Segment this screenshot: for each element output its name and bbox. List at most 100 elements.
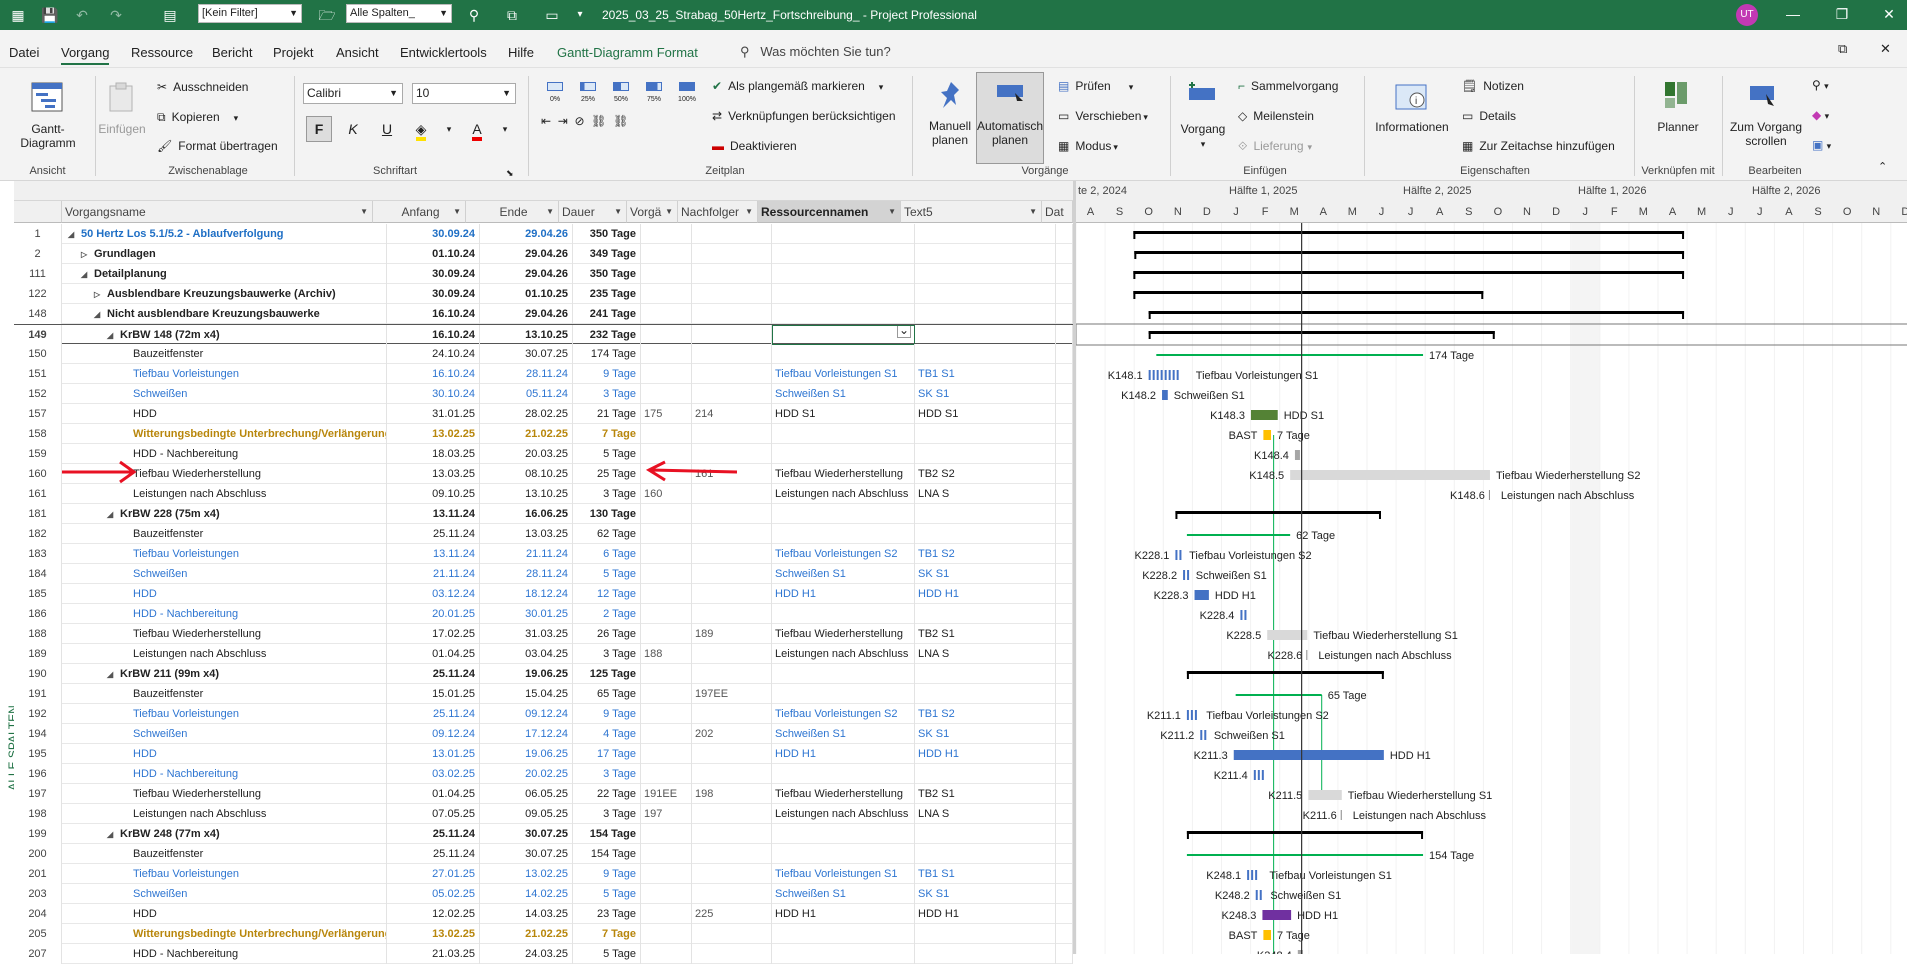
predecessors-cell[interactable] <box>641 704 692 724</box>
end-cell[interactable]: 19.06.25 <box>480 664 573 684</box>
successors-cell[interactable] <box>692 824 772 844</box>
header-duration[interactable]: Dauer ▼ <box>559 201 627 223</box>
filter-arrow-icon[interactable]: ▼ <box>1029 201 1037 222</box>
mode-button[interactable]: ▦ Modus ▾ <box>1058 139 1118 154</box>
row-id[interactable]: 194 <box>14 724 62 744</box>
date-cell[interactable] <box>1056 784 1073 804</box>
expand-icon[interactable]: ▷ <box>94 285 104 304</box>
row-id[interactable]: 152 <box>14 384 62 404</box>
start-cell[interactable]: 05.02.25 <box>387 884 480 904</box>
gantt-chart[interactable]: te 2, 2024 Hälfte 1, 2025 Hälfte 2, 2025 Hä… <box>1073 181 1907 954</box>
gantt-view-button[interactable]: Gantt-Diagramm <box>16 122 80 150</box>
text5-cell[interactable]: SK S1 <box>915 564 1056 584</box>
table-row[interactable]: 185 HDD 03.12.24 18.12.24 12 Tage HDD H1 HDD H… <box>14 584 1073 604</box>
start-cell[interactable]: 18.03.25 <box>387 444 480 464</box>
text5-cell[interactable]: LNA S <box>915 804 1056 824</box>
task-name-cell[interactable]: HDD <box>62 404 387 424</box>
row-id[interactable]: 184 <box>14 564 62 584</box>
tab-hilfe[interactable]: Hilfe <box>508 45 534 61</box>
row-id[interactable]: 1 <box>14 224 62 244</box>
table-row[interactable]: 200 Bauzeitfenster 25.11.24 30.07.25 154 Tag… <box>14 844 1073 864</box>
successors-cell[interactable] <box>692 884 772 904</box>
mark-on-track-button[interactable]: ✔ Als plangemäß markieren ▾ <box>712 79 883 94</box>
table-row[interactable]: 181 ◢ KrBW 228 (75m x4) 13.11.24 16.06.25 130… <box>14 504 1073 524</box>
resources-cell[interactable]: HDD S1 <box>772 404 915 424</box>
resources-cell[interactable]: ⌄ <box>772 325 915 345</box>
successors-cell[interactable] <box>692 944 772 964</box>
task-name-cell[interactable]: ▷ Grundlagen <box>62 244 387 264</box>
predecessors-cell[interactable]: 197 <box>641 804 692 824</box>
row-id[interactable]: 188 <box>14 624 62 644</box>
end-cell[interactable]: 29.04.26 <box>480 244 573 264</box>
row-id[interactable]: 190 <box>14 664 62 684</box>
row-id[interactable]: 189 <box>14 644 62 664</box>
row-id[interactable]: 192 <box>14 704 62 724</box>
collapse-icon[interactable]: ◢ <box>81 265 91 284</box>
chevron-down-icon[interactable]: ▾ <box>494 118 516 140</box>
task-name-cell[interactable]: Tiefbau Vorleistungen <box>62 364 387 384</box>
table-row[interactable]: 122 ▷ Ausblendbare Kreuzungsbauwerke (Arch… <box>14 284 1073 304</box>
text5-cell[interactable]: SK S1 <box>915 724 1056 744</box>
start-cell[interactable]: 07.05.25 <box>387 804 480 824</box>
table-view-icon[interactable]: ▤ <box>158 6 182 24</box>
predecessors-cell[interactable] <box>641 744 692 764</box>
task-name-cell[interactable]: ◢ Nicht ausblendbare Kreuzungsbauwerke <box>62 304 387 324</box>
text5-cell[interactable] <box>915 304 1056 324</box>
start-cell[interactable]: 15.01.25 <box>387 684 480 704</box>
resources-cell[interactable]: Schweißen S1 <box>772 884 915 904</box>
date-cell[interactable] <box>1056 424 1073 444</box>
resources-cell[interactable] <box>772 224 915 244</box>
end-cell[interactable]: 13.02.25 <box>480 864 573 884</box>
save-icon[interactable]: 💾 <box>38 6 62 24</box>
successors-cell[interactable]: 202 <box>692 724 772 744</box>
table-row[interactable]: 192 Tiefbau Vorleistungen 25.11.24 09.12.24… <box>14 704 1073 724</box>
predecessors-cell[interactable] <box>641 584 692 604</box>
row-id[interactable]: 161 <box>14 484 62 504</box>
predecessors-cell[interactable] <box>641 764 692 784</box>
table-row[interactable]: 183 Tiefbau Vorleistungen 13.11.24 21.11.24… <box>14 544 1073 564</box>
row-id[interactable]: 159 <box>14 444 62 464</box>
successors-cell[interactable] <box>692 764 772 784</box>
table-row[interactable]: 197 Tiefbau Wiederherstellung 01.04.25 06.0… <box>14 784 1073 804</box>
duration-cell[interactable]: 9 Tage <box>573 364 641 384</box>
predecessors-cell[interactable] <box>641 325 692 345</box>
header-name[interactable]: Vorgangsname ▼ <box>62 201 373 223</box>
row-id[interactable]: 204 <box>14 904 62 924</box>
task-name-cell[interactable]: Tiefbau Wiederherstellung <box>62 784 387 804</box>
text5-cell[interactable]: HDD H1 <box>915 584 1056 604</box>
end-cell[interactable]: 03.04.25 <box>480 644 573 664</box>
task-name-cell[interactable]: ▷ Ausblendbare Kreuzungsbauwerke (Archiv) <box>62 284 387 304</box>
restore-icon[interactable]: ❐ <box>1827 4 1857 24</box>
predecessors-cell[interactable] <box>641 844 692 864</box>
resources-cell[interactable] <box>772 284 915 304</box>
duration-cell[interactable]: 3 Tage <box>573 484 641 504</box>
end-cell[interactable]: 21.02.25 <box>480 924 573 944</box>
duration-cell[interactable]: 7 Tage <box>573 924 641 944</box>
successors-cell[interactable] <box>692 224 772 244</box>
row-id[interactable]: 183 <box>14 544 62 564</box>
end-cell[interactable]: 21.11.24 <box>480 544 573 564</box>
task-name-cell[interactable]: Schweißen <box>62 564 387 584</box>
start-cell[interactable]: 30.09.24 <box>387 224 480 244</box>
cut-button[interactable]: ✂ Ausschneiden <box>157 80 248 94</box>
predecessors-cell[interactable] <box>641 564 692 584</box>
row-id[interactable]: 160 <box>14 464 62 484</box>
table-row[interactable]: 199 ◢ KrBW 248 (77m x4) 25.11.24 30.07.25 154… <box>14 824 1073 844</box>
task-name-cell[interactable]: Leistungen nach Abschluss <box>62 644 387 664</box>
end-cell[interactable]: 28.11.24 <box>480 564 573 584</box>
tab-ansicht[interactable]: Ansicht <box>336 45 379 61</box>
row-id[interactable]: 181 <box>14 504 62 524</box>
duration-cell[interactable]: 5 Tage <box>573 564 641 584</box>
resources-cell[interactable] <box>772 444 915 464</box>
auto-schedule-button[interactable]: Automatisch planen <box>976 72 1044 164</box>
successors-cell[interactable] <box>692 704 772 724</box>
task-name-cell[interactable]: Tiefbau Vorleistungen <box>62 704 387 724</box>
table-row[interactable]: 151 Tiefbau Vorleistungen 16.10.24 28.11.24… <box>14 364 1073 384</box>
task-name-cell[interactable]: Tiefbau Wiederherstellung <box>62 624 387 644</box>
date-cell[interactable] <box>1056 904 1073 924</box>
row-id[interactable]: 200 <box>14 844 62 864</box>
date-cell[interactable] <box>1056 344 1073 364</box>
predecessors-cell[interactable] <box>641 504 692 524</box>
start-cell[interactable]: 24.10.24 <box>387 344 480 364</box>
start-cell[interactable]: 13.03.25 <box>387 464 480 484</box>
